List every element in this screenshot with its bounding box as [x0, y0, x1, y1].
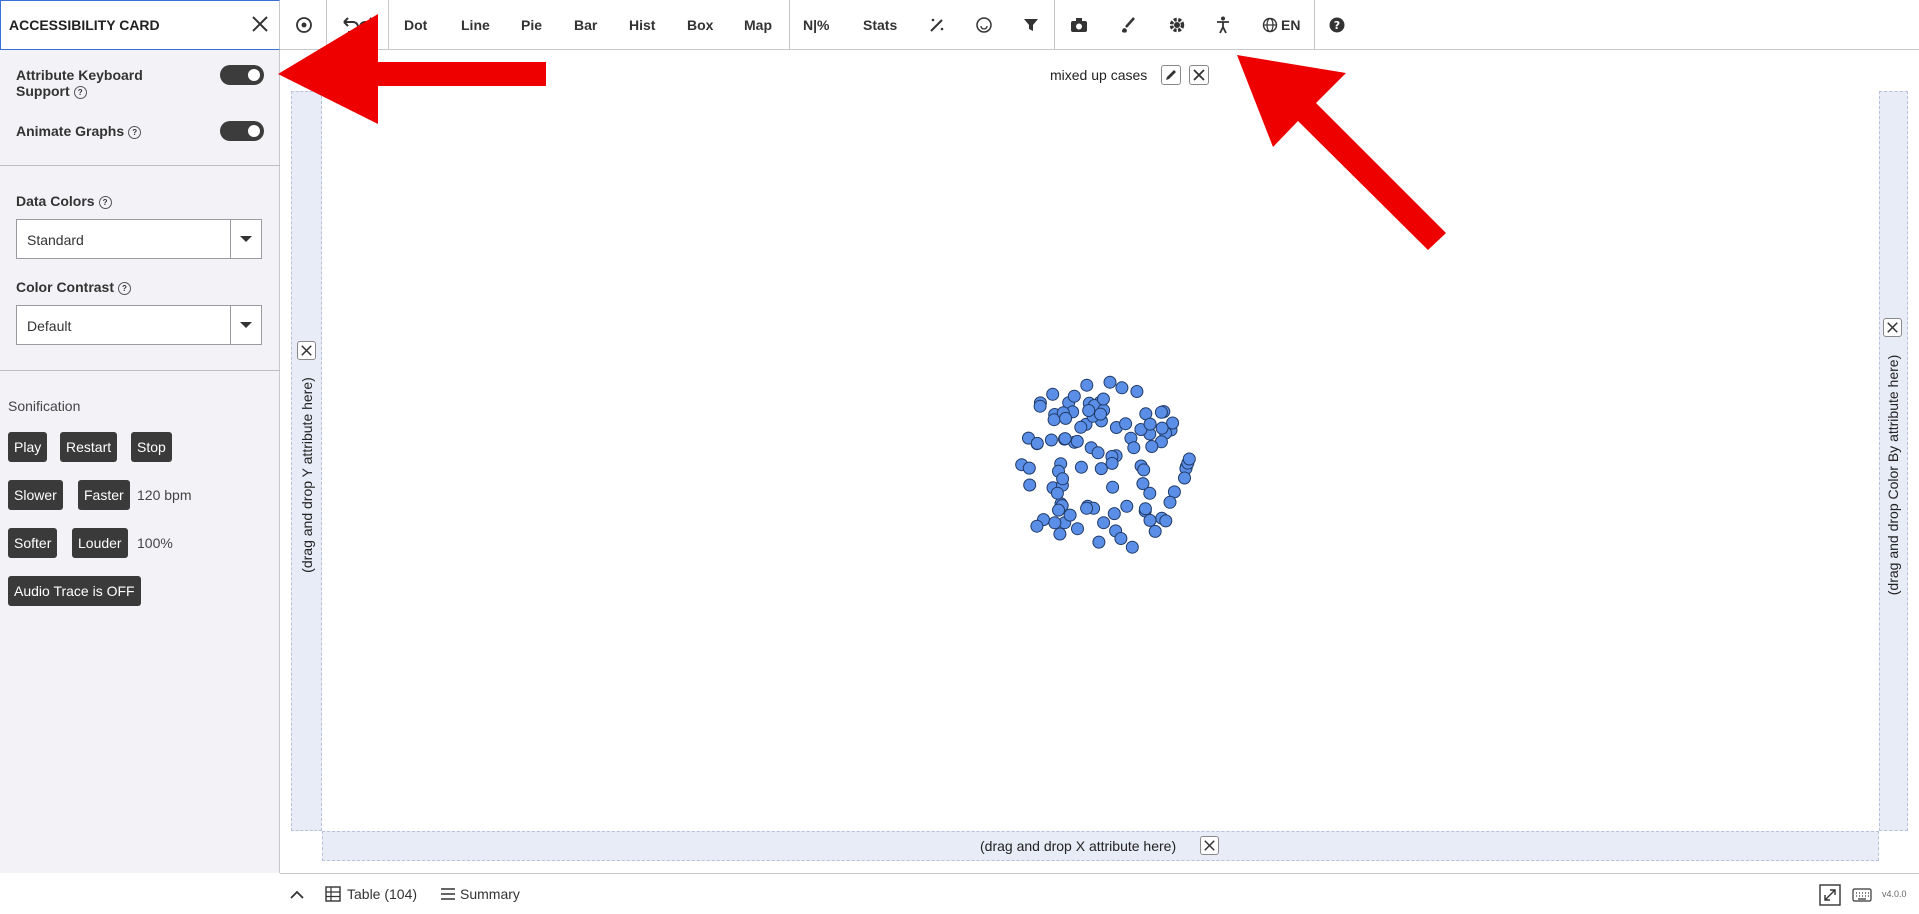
keyboard-support-toggle[interactable] — [220, 65, 264, 85]
close-icon — [1193, 69, 1205, 81]
keyboard-support-label: Attribute Keyboard Support? — [16, 67, 143, 99]
toolbar-separator — [1054, 0, 1055, 50]
help-icon[interactable]: ? — [73, 85, 87, 99]
graph-title[interactable]: mixed up cases — [1050, 67, 1147, 83]
plot-dot-button[interactable]: Dot — [404, 17, 427, 33]
x-axis-drop-label: (drag and drop X attribute here) — [980, 838, 1177, 854]
data-colors-select[interactable]: Standard — [16, 219, 262, 259]
list-icon — [441, 888, 455, 900]
plot-map-button[interactable]: Map — [744, 17, 772, 33]
keyboard-support-label-line2: Support — [16, 83, 70, 99]
color-contrast-select[interactable]: Default — [16, 305, 262, 345]
toolbar-separator — [789, 0, 790, 50]
faster-button[interactable]: Faster — [78, 480, 130, 510]
help-icon[interactable]: ? — [118, 281, 131, 295]
louder-button[interactable]: Louder — [72, 528, 128, 558]
toolbar-separator — [388, 0, 389, 50]
data-colors-text: Data Colors — [16, 193, 95, 209]
toolbar-separator — [1314, 0, 1315, 50]
version-label: v4.0.0 — [1882, 889, 1907, 899]
close-icon — [301, 345, 312, 356]
magic-wand-icon[interactable] — [926, 14, 948, 36]
toolbar: ACCESSIBILITY CARD Dot Line Pie Bar Hist… — [0, 0, 1919, 50]
plot-line-button[interactable]: Line — [461, 17, 490, 33]
plot-hist-button[interactable]: Hist — [629, 17, 655, 33]
graph-tile — [281, 51, 1919, 872]
restart-button[interactable]: Restart — [60, 432, 118, 462]
softer-button[interactable]: Softer — [8, 528, 58, 558]
keyboard-support-label-line1: Attribute Keyboard — [16, 67, 143, 83]
camera-icon[interactable] — [1068, 14, 1090, 36]
count-percent-button[interactable]: N|% — [803, 17, 829, 33]
globe-icon[interactable] — [1259, 14, 1281, 36]
table-icon — [325, 886, 341, 902]
y-axis-drop-label: (drag and drop Y attribute here) — [299, 377, 315, 573]
color-contrast-value: Default — [27, 318, 72, 334]
bottom-bar: Table (104) Summary v4.0.0 — [280, 873, 1919, 914]
data-colors-value: Standard — [27, 232, 84, 248]
audio-trace-button[interactable]: Audio Trace is OFF — [8, 576, 141, 606]
close-icon — [1887, 322, 1898, 333]
card-title-field[interactable]: ACCESSIBILITY CARD — [0, 0, 280, 50]
close-graph-button[interactable] — [1189, 65, 1209, 85]
chevron-up-icon[interactable] — [288, 886, 306, 904]
color-contrast-label: Color Contrast? — [16, 279, 131, 295]
pencil-icon — [1166, 70, 1176, 80]
x-axis-close-button[interactable] — [1200, 836, 1219, 855]
accessibility-card: Attribute Keyboard Support? Animate Grap… — [0, 50, 280, 873]
edit-title-button[interactable] — [1161, 65, 1181, 85]
color-contrast-text: Color Contrast — [16, 279, 114, 295]
chevron-down-icon[interactable] — [230, 220, 261, 258]
summary-button[interactable]: Summary — [460, 886, 520, 902]
eye-reset-icon[interactable] — [293, 14, 315, 36]
language-button[interactable]: EN — [1281, 17, 1300, 33]
card-title: ACCESSIBILITY CARD — [9, 17, 160, 33]
help-icon[interactable]: ? — [1326, 14, 1348, 36]
smiley-icon[interactable] — [973, 14, 995, 36]
expand-icon[interactable] — [1818, 883, 1842, 907]
color-by-drop-label: (drag and drop Color By attribute here) — [1885, 354, 1901, 596]
volume-value: 100% — [137, 535, 173, 551]
divider — [0, 165, 280, 166]
accessibility-icon[interactable] — [1212, 14, 1234, 36]
svg-text:?: ? — [1334, 19, 1340, 32]
stop-button[interactable]: Stop — [131, 432, 172, 462]
toolbar-separator — [326, 0, 327, 50]
divider — [0, 370, 280, 371]
redo-icon[interactable] — [356, 14, 378, 36]
gear-icon[interactable] — [1166, 14, 1188, 36]
slower-button[interactable]: Slower — [8, 480, 63, 510]
animate-graphs-label: Animate Graphs? — [16, 123, 142, 139]
tempo-value: 120 bpm — [137, 487, 192, 503]
stats-button[interactable]: Stats — [863, 17, 897, 33]
chevron-down-icon[interactable] — [230, 306, 261, 344]
close-icon — [1204, 840, 1215, 851]
color-by-close-button[interactable] — [1883, 318, 1902, 337]
filter-icon[interactable] — [1020, 14, 1042, 36]
table-button[interactable]: Table (104) — [347, 886, 417, 902]
close-icon[interactable] — [249, 13, 271, 35]
play-button[interactable]: Play — [8, 432, 48, 462]
keyboard-icon[interactable] — [1852, 887, 1872, 903]
help-icon[interactable]: ? — [98, 195, 112, 209]
plot-box-button[interactable]: Box — [687, 17, 713, 33]
help-icon[interactable]: ? — [128, 125, 142, 139]
data-colors-label: Data Colors? — [16, 193, 112, 209]
brush-icon[interactable] — [1117, 14, 1139, 36]
y-axis-close-button[interactable] — [297, 341, 316, 360]
plot-pie-button[interactable]: Pie — [521, 17, 542, 33]
toggle-knob — [248, 125, 260, 137]
toggle-knob — [248, 69, 260, 81]
animate-graphs-text: Animate Graphs — [16, 123, 125, 139]
sonification-label: Sonification — [8, 398, 81, 414]
plot-bar-button[interactable]: Bar — [574, 17, 597, 33]
animate-graphs-toggle[interactable] — [220, 121, 264, 141]
